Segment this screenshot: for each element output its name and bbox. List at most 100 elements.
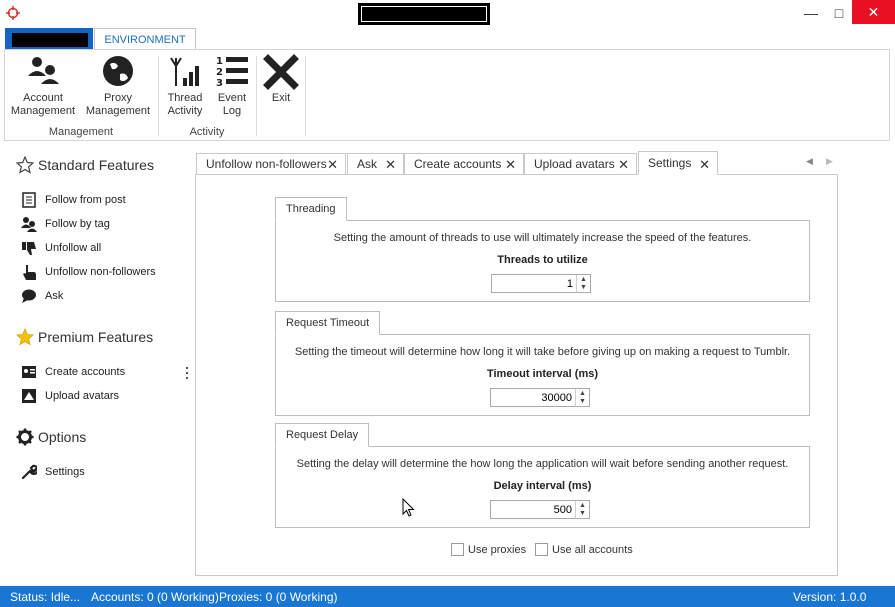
redacted-title-border bbox=[361, 6, 487, 22]
timeout-label: Timeout interval (ms) bbox=[486, 368, 599, 380]
stepper-down-icon[interactable]: ▼ bbox=[576, 510, 589, 519]
version-text: Version: 1.0.0 bbox=[793, 590, 867, 604]
event-log-button[interactable]: 1 2 3 Event Log bbox=[212, 54, 252, 118]
standard-features-header: Standard Features bbox=[16, 156, 154, 174]
accounts-status: Accounts: 0 (0 Working) bbox=[91, 590, 219, 604]
nav-item-label: Upload avatars bbox=[45, 390, 119, 402]
document-list-icon bbox=[22, 192, 36, 208]
use-all-accounts-checkbox[interactable]: Use all accounts bbox=[535, 543, 633, 556]
stepper-up-icon[interactable]: ▲ bbox=[576, 501, 589, 510]
tab-close-icon[interactable]: ✕ bbox=[327, 157, 338, 173]
nav-item-label: Unfollow all bbox=[45, 242, 102, 254]
redacted-file-tab-label bbox=[12, 33, 88, 47]
stepper-down-icon[interactable]: ▼ bbox=[577, 284, 590, 293]
nav-item-unfollow-non-followers[interactable]: Unfollow non-followers bbox=[21, 264, 156, 280]
tab-upload-avatars[interactable]: Upload avatars ✕ bbox=[524, 153, 637, 175]
tab-label: Settings bbox=[648, 156, 692, 170]
threads-label: Threads to utilize bbox=[497, 254, 588, 266]
account-management-label: Account Management bbox=[10, 92, 76, 117]
svg-text:1: 1 bbox=[216, 56, 223, 67]
tab-settings[interactable]: Settings ✕ bbox=[638, 151, 718, 175]
gear-icon bbox=[16, 428, 34, 446]
nav-item-label: Create accounts bbox=[45, 366, 126, 378]
ribbon-group-separator bbox=[305, 56, 306, 136]
mouse-cursor-icon bbox=[402, 498, 415, 517]
stepper-up-icon[interactable]: ▲ bbox=[576, 389, 589, 398]
nav-item-create-accounts[interactable]: Create accounts bbox=[21, 364, 125, 380]
tab-unfollow-non-followers[interactable]: Unfollow non-followers ✕ bbox=[196, 153, 346, 175]
thread-activity-button[interactable]: Thread Activity bbox=[164, 54, 206, 118]
timeout-input[interactable] bbox=[491, 389, 575, 406]
users-icon bbox=[28, 57, 59, 84]
nav-item-ask[interactable]: Ask bbox=[21, 288, 63, 304]
delay-input[interactable] bbox=[491, 501, 575, 518]
pointing-hand-icon bbox=[23, 265, 36, 280]
tabs-scroll-right-icon[interactable]: ▶ bbox=[826, 156, 833, 167]
tab-close-icon[interactable]: ✕ bbox=[699, 157, 710, 173]
nav-item-upload-avatars[interactable]: Upload avatars bbox=[21, 388, 119, 404]
minimize-button[interactable]: — bbox=[797, 0, 825, 26]
nav-item-label: Settings bbox=[45, 466, 85, 478]
proxies-status: Proxies: 0 (0 Working) bbox=[219, 590, 338, 604]
tab-close-icon[interactable]: ✕ bbox=[618, 157, 629, 173]
stepper-up-icon[interactable]: ▲ bbox=[577, 275, 590, 284]
nav-item-settings[interactable]: Settings bbox=[21, 464, 85, 480]
star-outline-icon bbox=[16, 156, 34, 174]
star-gold-icon bbox=[16, 328, 34, 346]
thread-activity-label: Thread Activity bbox=[167, 92, 203, 117]
close-window-button[interactable]: ✕ bbox=[852, 0, 895, 24]
nav-item-label: Unfollow non-followers bbox=[45, 266, 156, 278]
timeout-description: Setting the timeout will determine how l… bbox=[294, 346, 791, 358]
timeout-group-title: Request Timeout bbox=[275, 311, 380, 335]
ribbon-group-separator bbox=[256, 56, 257, 136]
proxy-management-label: Proxy Management bbox=[85, 92, 151, 117]
numbered-list-icon: 1 2 3 bbox=[216, 56, 248, 89]
tabs-scroll-left-icon[interactable]: ◀ bbox=[806, 156, 813, 167]
proxy-management-button[interactable]: Proxy Management bbox=[85, 54, 151, 118]
nav-item-follow-by-tag[interactable]: Follow by tag bbox=[21, 216, 110, 232]
tab-create-accounts[interactable]: Create accounts ✕ bbox=[404, 153, 524, 175]
nav-item-label: Follow by tag bbox=[45, 218, 110, 230]
threading-description: Setting the amount of threads to use wil… bbox=[333, 232, 752, 244]
ribbon-group-separator bbox=[158, 56, 159, 136]
users-icon bbox=[21, 217, 37, 232]
premium-features-header: Premium Features bbox=[16, 328, 153, 346]
checkbox-box[interactable] bbox=[451, 543, 464, 556]
thumbs-down-icon bbox=[22, 242, 36, 255]
tab-close-icon[interactable]: ✕ bbox=[385, 157, 396, 173]
threads-stepper[interactable]: ▲▼ bbox=[491, 274, 591, 293]
threading-group-title: Threading bbox=[275, 197, 347, 221]
options-title: Options bbox=[38, 429, 87, 445]
exit-x-icon bbox=[263, 54, 299, 90]
svg-text:2: 2 bbox=[216, 67, 223, 78]
splitter-grip[interactable] bbox=[186, 367, 189, 383]
threads-input[interactable] bbox=[492, 275, 576, 292]
checkbox-box[interactable] bbox=[535, 543, 548, 556]
delay-description: Setting the delay will determine the how… bbox=[296, 458, 789, 470]
options-header: Options bbox=[16, 428, 86, 446]
speech-bubble-icon bbox=[22, 289, 36, 303]
tab-ask[interactable]: Ask ✕ bbox=[347, 153, 404, 175]
globe-icon bbox=[103, 56, 133, 86]
exit-button[interactable]: Exit bbox=[262, 54, 300, 105]
tab-label: Upload avatars bbox=[534, 157, 615, 171]
tab-label: Unfollow non-followers bbox=[206, 157, 327, 171]
group-management-label: Management bbox=[48, 126, 114, 138]
account-management-button[interactable]: Account Management bbox=[10, 54, 76, 118]
delay-stepper[interactable]: ▲▼ bbox=[490, 500, 590, 519]
status-bar: Status: Idle... Accounts: 0 (0 Working) … bbox=[0, 586, 895, 607]
tab-close-icon[interactable]: ✕ bbox=[505, 157, 516, 173]
nav-item-unfollow-all[interactable]: Unfollow all bbox=[21, 240, 101, 256]
timeout-stepper[interactable]: ▲▼ bbox=[490, 388, 590, 407]
use-proxies-checkbox[interactable]: Use proxies bbox=[451, 543, 526, 556]
exit-label: Exit bbox=[271, 92, 291, 104]
maximize-button[interactable]: □ bbox=[825, 0, 853, 26]
tab-environment[interactable]: ENVIRONMENT bbox=[94, 28, 196, 50]
status-text: Status: Idle... bbox=[10, 590, 81, 604]
stepper-down-icon[interactable]: ▼ bbox=[576, 398, 589, 407]
event-log-label: Event Log bbox=[217, 92, 247, 117]
delay-label: Delay interval (ms) bbox=[493, 480, 592, 492]
nav-item-follow-from-post[interactable]: Follow from post bbox=[21, 192, 126, 208]
id-card-icon bbox=[22, 366, 36, 378]
premium-features-title: Premium Features bbox=[38, 329, 154, 345]
